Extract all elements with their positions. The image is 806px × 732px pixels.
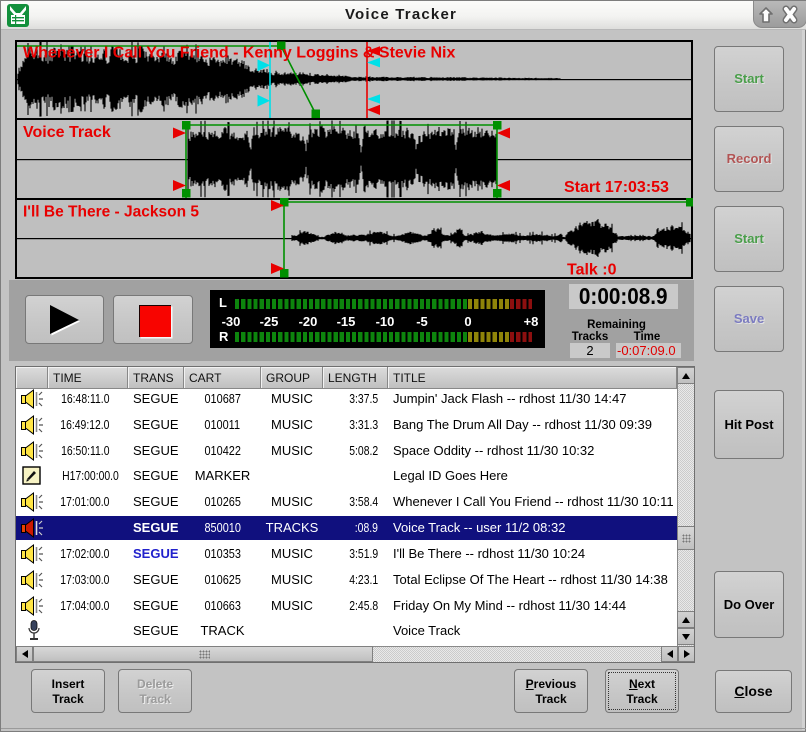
svg-text:Whenever I Call You Friend - K: Whenever I Call You Friend - Kenny Loggi… <box>23 45 455 62</box>
svg-text:Voice Track: Voice Track <box>23 124 111 141</box>
svg-text:Start 17:03:53: Start 17:03:53 <box>564 179 669 196</box>
svg-text:Talk :0: Talk :0 <box>567 262 617 279</box>
svg-text:I'll Be There - Jackson 5: I'll Be There - Jackson 5 <box>23 204 199 221</box>
